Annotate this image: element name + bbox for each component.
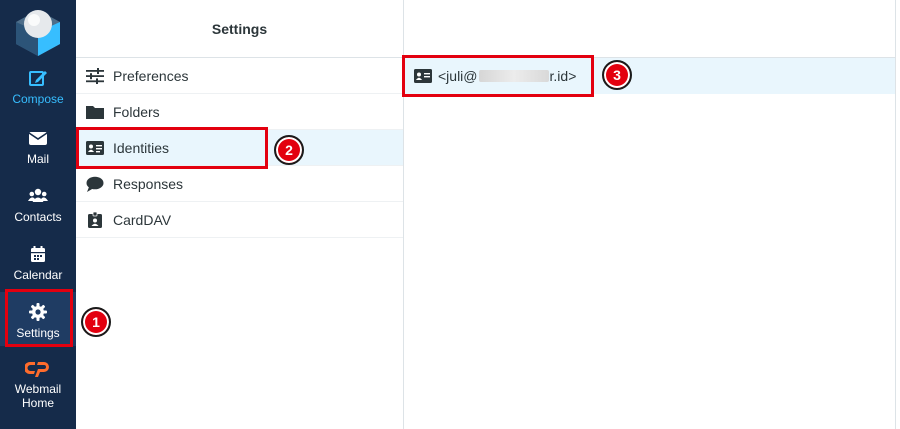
nav-compose[interactable]: Compose (0, 68, 76, 106)
highlight-identity-row (402, 55, 594, 97)
nav-webmail-home[interactable]: Webmail Home (0, 358, 76, 410)
calendar-icon (31, 246, 45, 262)
settings-item-responses[interactable]: Responses (76, 166, 403, 202)
settings-item-label: Responses (113, 175, 184, 192)
app-navigation: Compose Mail Contacts Calendar Settings … (0, 0, 76, 429)
nav-mail[interactable]: Mail (0, 128, 76, 166)
users-icon (28, 188, 48, 202)
settings-item-label: CardDAV (113, 211, 172, 228)
nav-calendar-label: Calendar (13, 268, 63, 282)
highlight-identities (76, 127, 268, 169)
nav-compose-label: Compose (12, 92, 64, 106)
folder-icon (86, 105, 104, 119)
step-badge-1: 1 (81, 307, 111, 337)
comment-icon (86, 176, 104, 192)
nav-contacts[interactable]: Contacts (0, 186, 76, 224)
cpanel-icon (25, 362, 49, 377)
settings-item-label: Folders (113, 103, 160, 120)
compose-icon (29, 71, 47, 86)
nav-webmail-home-label: Webmail Home (14, 382, 62, 410)
settings-item-folders[interactable]: Folders (76, 94, 403, 130)
identities-panel-header (404, 0, 895, 58)
nav-calendar[interactable]: Calendar (0, 244, 76, 282)
badge-icon (88, 211, 102, 228)
settings-item-carddav[interactable]: CardDAV (76, 202, 403, 238)
nav-contacts-label: Contacts (14, 210, 62, 224)
sliders-icon (86, 67, 104, 84)
settings-item-label: Preferences (113, 67, 189, 84)
settings-panel-title: Settings (76, 0, 403, 58)
roundcube-logo (16, 10, 60, 56)
nav-mail-label: Mail (26, 152, 49, 166)
envelope-icon (28, 132, 48, 145)
step-badge-3: 3 (602, 60, 632, 90)
step-badge-2: 2 (274, 135, 304, 165)
settings-panel: Settings Preferences Folders Identities (76, 0, 404, 429)
settings-item-preferences[interactable]: Preferences (76, 58, 403, 94)
highlight-settings (5, 289, 73, 347)
